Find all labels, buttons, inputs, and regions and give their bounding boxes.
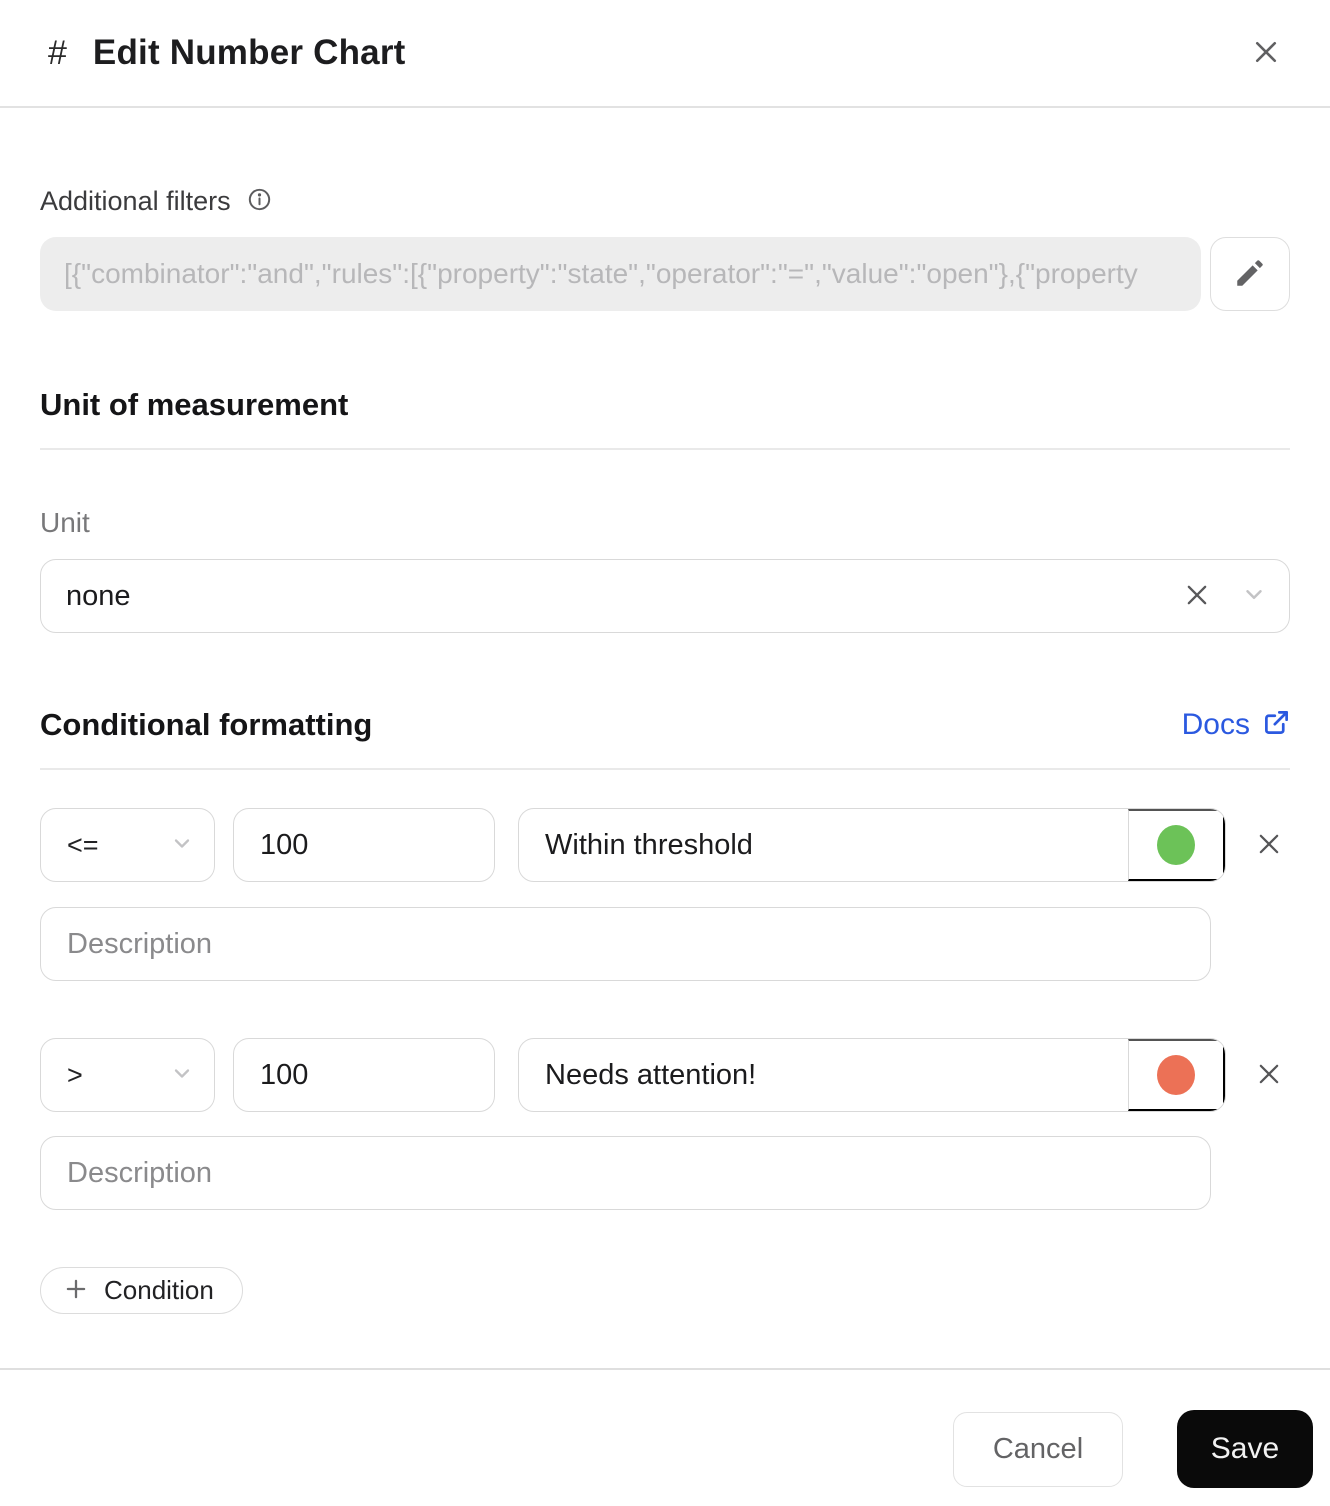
remove-icon xyxy=(1254,834,1284,862)
unit-selected-value: none xyxy=(66,579,131,612)
close-icon xyxy=(1251,37,1281,70)
title-wrap: # Edit Number Chart xyxy=(48,33,406,73)
condition-label-input[interactable] xyxy=(519,1039,1128,1111)
condition-row: > xyxy=(40,1038,1290,1112)
additional-filters-label: Additional filters xyxy=(40,186,231,216)
unit-clear-button[interactable] xyxy=(1179,577,1215,616)
save-button[interactable]: Save xyxy=(1177,1410,1313,1488)
add-condition-label: Condition xyxy=(104,1275,214,1305)
condition-label-input[interactable] xyxy=(519,809,1128,881)
condition-color-picker[interactable] xyxy=(1128,1039,1225,1111)
condition-color-picker[interactable] xyxy=(1128,809,1225,881)
page-title: Edit Number Chart xyxy=(92,33,406,72)
pencil-icon xyxy=(1233,256,1267,293)
filters-json-input[interactable] xyxy=(40,237,1201,311)
section-divider xyxy=(40,768,1290,770)
operator-value: > xyxy=(67,1059,83,1090)
info-icon xyxy=(247,187,272,217)
cancel-button[interactable]: Cancel xyxy=(953,1411,1123,1487)
color-dot xyxy=(1157,825,1195,865)
operator-value: <= xyxy=(67,829,99,860)
condition-label-compound xyxy=(518,1038,1226,1112)
hash-icon: # xyxy=(48,33,67,72)
condition-description-input[interactable] xyxy=(40,907,1211,981)
clear-icon xyxy=(1183,581,1211,612)
condition-operator-select[interactable]: > xyxy=(40,1038,215,1112)
external-link-icon xyxy=(1263,709,1290,741)
chevron-down-icon xyxy=(170,1061,194,1090)
unit-select[interactable]: none xyxy=(40,559,1290,633)
condition-description-input[interactable] xyxy=(40,1136,1211,1210)
condition-operator-select[interactable]: <= xyxy=(40,808,215,882)
close-button[interactable] xyxy=(1244,31,1288,75)
edit-filters-button[interactable] xyxy=(1210,237,1290,311)
unit-label: Unit xyxy=(40,507,90,538)
modal-body: Additional filters Unit of measurement U… xyxy=(0,186,1330,1314)
remove-icon xyxy=(1254,1064,1284,1092)
modal-header: # Edit Number Chart xyxy=(0,0,1330,108)
chevron-down-icon xyxy=(170,831,194,860)
color-dot xyxy=(1157,1055,1195,1095)
condition-label-compound xyxy=(518,808,1226,882)
additional-filters-row: Additional filters xyxy=(40,186,1290,217)
unit-section-heading: Unit of measurement xyxy=(40,387,349,422)
remove-condition-button[interactable] xyxy=(1248,1053,1290,1098)
chevron-down-icon xyxy=(1241,581,1267,612)
docs-link[interactable]: Docs xyxy=(1182,708,1290,742)
docs-link-label: Docs xyxy=(1181,708,1250,741)
conditional-formatting-header: Conditional formatting Docs xyxy=(40,707,1290,743)
conditional-formatting-heading: Conditional formatting xyxy=(40,707,373,742)
add-condition-button[interactable]: Condition xyxy=(40,1267,243,1314)
condition-value-input[interactable] xyxy=(233,808,495,882)
condition-value-input[interactable] xyxy=(233,1038,495,1112)
remove-condition-button[interactable] xyxy=(1248,823,1290,868)
filter-input-row xyxy=(40,237,1290,311)
condition-row: <= xyxy=(40,808,1290,882)
section-divider xyxy=(40,448,1290,450)
plus-icon xyxy=(63,1276,89,1305)
modal-footer: Cancel Save xyxy=(0,1370,1330,1488)
